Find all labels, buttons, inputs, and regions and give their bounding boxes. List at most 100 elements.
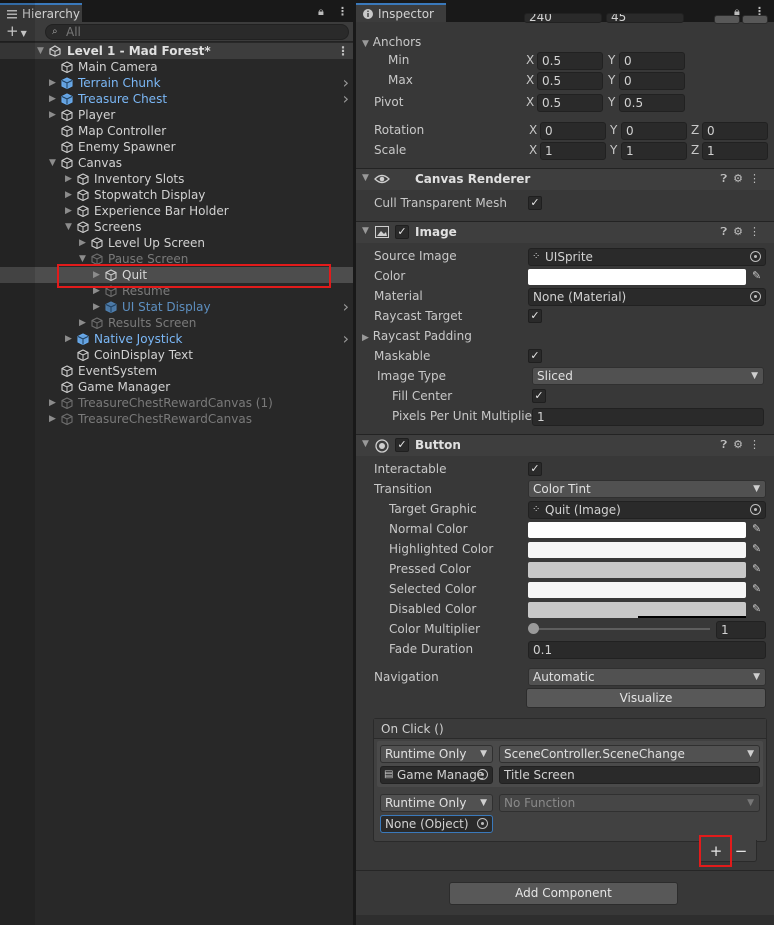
image-enabled-checkbox[interactable]: ✓ xyxy=(395,225,409,239)
interactable-checkbox[interactable]: ✓ xyxy=(528,462,542,476)
height-field[interactable]: 45 xyxy=(606,13,684,23)
highlighted-color-swatch[interactable] xyxy=(528,542,746,558)
image-component-header[interactable]: ▼ ✓ Image ❓︎⚙︎⋮ xyxy=(356,221,774,243)
hierarchy-item[interactable]: CoinDisplay Text xyxy=(0,347,353,363)
kebab-icon[interactable]: ⋮ xyxy=(749,225,766,238)
color-picker-icon[interactable]: ✎ xyxy=(752,542,766,556)
raw-edit-button[interactable] xyxy=(742,15,768,24)
expand-arrow-icon[interactable]: ▶ xyxy=(49,107,56,123)
expand-arrow-icon[interactable]: ▶ xyxy=(49,395,56,411)
prefab-open-chevron-icon[interactable]: › xyxy=(343,331,349,347)
hierarchy-item[interactable]: ▶ UI Stat Display › xyxy=(0,299,353,315)
source-image-field[interactable]: ⁘ UISprite xyxy=(528,248,766,266)
hierarchy-item[interactable]: ▶ TreasureChestRewardCanvas (1) xyxy=(0,395,353,411)
anchors-foldout[interactable]: ▼ Anchors xyxy=(362,35,421,49)
expand-arrow-icon[interactable]: ▶ xyxy=(79,235,86,251)
maskable-checkbox[interactable]: ✓ xyxy=(528,349,542,363)
rotation-x-field[interactable]: 0 xyxy=(540,122,606,140)
object-target-icon[interactable] xyxy=(750,291,761,302)
color-multiplier-slider-track[interactable] xyxy=(532,628,710,630)
scale-x-field[interactable]: 1 xyxy=(540,142,606,160)
tab-inspector[interactable]: Inspector xyxy=(356,3,446,22)
collapse-arrow-icon[interactable]: ▼ xyxy=(362,226,369,236)
ppu-multiplier-field[interactable]: 1 xyxy=(532,408,764,426)
fade-duration-field[interactable]: 0.1 xyxy=(528,641,766,659)
width-field[interactable]: 240 xyxy=(524,13,602,23)
sliders-icon[interactable]: ⚙︎ xyxy=(733,225,749,238)
fill-center-checkbox[interactable]: ✓ xyxy=(532,389,546,403)
rotation-z-field[interactable]: 0 xyxy=(702,122,768,140)
target-object-field-1[interactable]: ▤ Game Manage xyxy=(380,766,493,784)
object-target-icon[interactable] xyxy=(750,251,761,262)
hierarchy-item[interactable]: ▶ Inventory Slots xyxy=(0,171,353,187)
runtime-mode-dropdown-1[interactable]: Runtime Only ▼ xyxy=(380,745,493,763)
hierarchy-item[interactable]: ▶ Results Screen xyxy=(0,315,353,331)
anchor-max-y-field[interactable]: 0 xyxy=(619,72,685,90)
image-color-swatch[interactable] xyxy=(528,269,746,285)
anchor-max-x-field[interactable]: 0.5 xyxy=(537,72,603,90)
collapse-arrow-icon[interactable]: ▼ xyxy=(37,43,44,59)
expand-arrow-icon[interactable]: ▶ xyxy=(49,91,56,107)
color-multiplier-field[interactable]: 1 xyxy=(716,621,766,639)
tab-hierarchy[interactable]: Hierarchy xyxy=(0,3,82,22)
expand-arrow-icon[interactable]: ▶ xyxy=(65,203,72,219)
scene-menu-kebab-icon[interactable]: ⋮ xyxy=(337,43,349,59)
hierarchy-item[interactable]: Enemy Spawner xyxy=(0,139,353,155)
expand-arrow-icon[interactable]: ▶ xyxy=(49,411,56,427)
color-picker-icon[interactable]: ✎ xyxy=(752,582,766,596)
color-picker-icon[interactable]: ✎ xyxy=(752,269,766,283)
button-component-header[interactable]: ▼ ✓ Button ❓︎⚙︎⋮ xyxy=(356,434,774,456)
hierarchy-search-input[interactable]: ⌕ All xyxy=(45,24,349,40)
disabled-color-swatch[interactable] xyxy=(528,602,746,618)
add-component-button[interactable]: Add Component xyxy=(449,882,678,905)
color-multiplier-slider-handle[interactable] xyxy=(528,623,539,634)
function-dropdown-2[interactable]: No Function ▼ xyxy=(499,794,760,812)
target-graphic-field[interactable]: ⁘ Quit (Image) xyxy=(528,501,766,519)
expand-arrow-icon[interactable]: ▶ xyxy=(79,315,86,331)
blueprint-button[interactable] xyxy=(714,15,740,24)
raycast-padding-foldout[interactable]: ▶ Raycast Padding xyxy=(362,329,472,343)
runtime-mode-dropdown-2[interactable]: Runtime Only ▼ xyxy=(380,794,493,812)
color-picker-icon[interactable]: ✎ xyxy=(752,522,766,536)
prefab-open-chevron-icon[interactable]: › xyxy=(343,91,349,107)
remove-event-button[interactable]: − xyxy=(730,842,752,860)
color-picker-icon[interactable]: ✎ xyxy=(752,602,766,616)
hierarchy-item[interactable]: ▼ Screens xyxy=(0,219,353,235)
raycast-target-checkbox[interactable]: ✓ xyxy=(528,309,542,323)
help-icon[interactable]: ❓︎ xyxy=(721,172,734,185)
normal-color-swatch[interactable] xyxy=(528,522,746,538)
visualize-button[interactable]: Visualize xyxy=(526,688,766,708)
expand-arrow-icon[interactable]: ▶ xyxy=(65,331,72,347)
kebab-icon[interactable]: ⋮ xyxy=(337,5,348,18)
scale-z-field[interactable]: 1 xyxy=(702,142,768,160)
color-picker-icon[interactable]: ✎ xyxy=(752,562,766,576)
hierarchy-item[interactable]: ▶ Experience Bar Holder xyxy=(0,203,353,219)
selected-color-swatch[interactable] xyxy=(528,582,746,598)
expand-arrow-icon[interactable]: ▶ xyxy=(65,187,72,203)
image-type-dropdown[interactable]: Sliced ▼ xyxy=(532,367,764,385)
collapse-arrow-icon[interactable]: ▼ xyxy=(362,173,369,183)
collapse-arrow-icon[interactable]: ▼ xyxy=(65,219,72,235)
hierarchy-item[interactable]: ▼ Canvas xyxy=(0,155,353,171)
hierarchy-item[interactable]: Main Camera xyxy=(0,59,353,75)
expand-arrow-icon[interactable]: ▶ xyxy=(93,299,100,315)
hierarchy-item[interactable]: ▶ Stopwatch Display xyxy=(0,187,353,203)
expand-arrow-icon[interactable]: ▶ xyxy=(65,171,72,187)
create-button[interactable]: + ▼ xyxy=(6,23,27,42)
kebab-icon[interactable]: ⋮ xyxy=(749,172,766,185)
transition-dropdown[interactable]: Color Tint ▼ xyxy=(528,480,766,498)
object-target-icon[interactable] xyxy=(477,769,488,780)
object-target-icon[interactable] xyxy=(477,818,488,829)
rotation-y-field[interactable]: 0 xyxy=(621,122,687,140)
sliders-icon[interactable]: ⚙︎ xyxy=(733,438,749,451)
hierarchy-item[interactable]: ▶ Native Joystick › xyxy=(0,331,353,347)
collapse-arrow-icon[interactable]: ▼ xyxy=(362,439,369,449)
scale-y-field[interactable]: 1 xyxy=(621,142,687,160)
hierarchy-item[interactable]: ▶ Level Up Screen xyxy=(0,235,353,251)
help-icon[interactable]: ❓︎ xyxy=(721,225,734,238)
collapse-arrow-icon[interactable]: ▼ xyxy=(49,155,56,171)
hierarchy-item[interactable]: EventSystem xyxy=(0,363,353,379)
sliders-icon[interactable]: ⚙︎ xyxy=(733,172,749,185)
argument-field-1[interactable]: Title Screen xyxy=(499,766,760,784)
pressed-color-swatch[interactable] xyxy=(528,562,746,578)
